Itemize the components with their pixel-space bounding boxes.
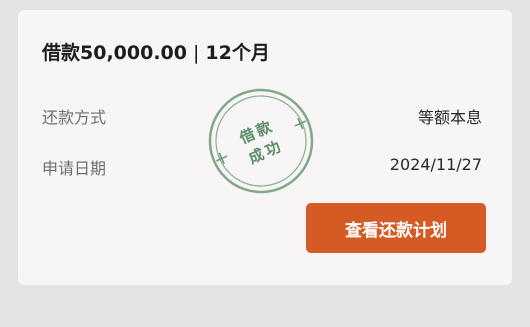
application-date-value: 2024/11/27 [389,155,482,174]
view-repayment-plan-button[interactable]: 查看还款计划 [306,203,486,253]
loan-amount: 借款50,000.00 [42,42,187,64]
application-date-label: 申请日期 [42,159,107,178]
loan-summary-title: 借款50,000.00 | 12个月 [42,38,270,65]
title-separator: | [192,42,200,64]
repayment-method-label: 还款方式 [42,108,107,127]
repayment-method-value: 等额本息 [417,108,482,127]
loan-card: 借款50,000.00 | 12个月 还款方式 等额本息 申请日期 2024/11/… [18,10,512,285]
loan-success-stamp: 借款 成功 [188,68,333,213]
loan-term: 12个月 [205,42,270,64]
